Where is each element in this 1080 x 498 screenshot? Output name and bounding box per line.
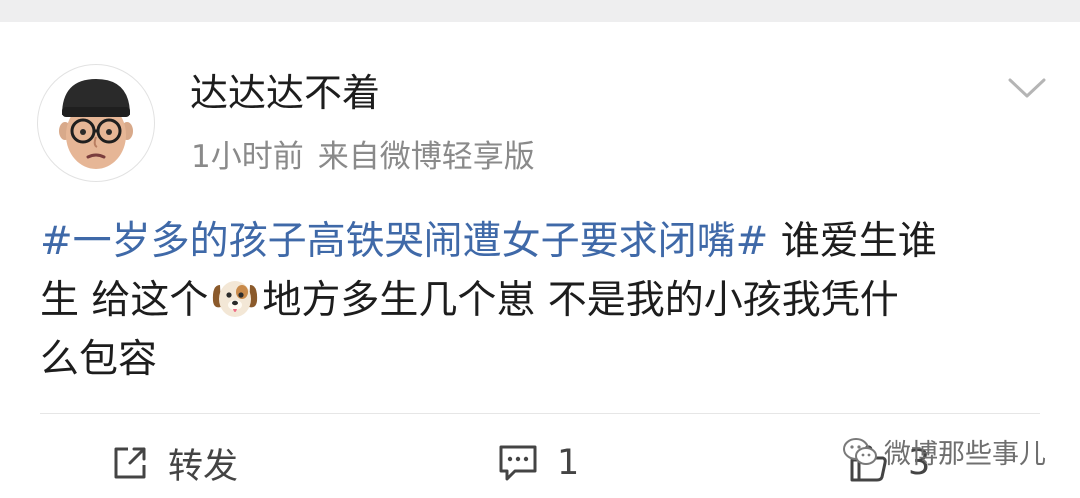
post-body: #一岁多的孩子高铁哭闹遭女子要求闭嘴# 谁爱生谁 生 给这个 地方多生几个崽 不… [40,212,1050,389]
post-line-1: #一岁多的孩子高铁哭闹遭女子要求闭嘴# 谁爱生谁 [40,212,1050,271]
status-bar-strip [0,0,1080,22]
repost-icon [114,447,146,479]
post-time: 1小时前 [191,139,304,175]
post-source: 来自微博轻享版 [317,139,535,175]
chevron-down-icon[interactable] [1006,72,1048,102]
comment-icon [499,445,537,481]
watermark-text: 微博那些事儿 [884,439,1046,470]
post-text: 生 给这个 [40,278,209,323]
post-meta: 1小时前 来自微博轻享版 [191,142,549,173]
post-line-2: 生 给这个 地方多生几个崽 不是我的小孩我凭什 [40,271,1050,330]
post-text: 谁爱生谁 [768,219,937,264]
post-text: 么包容 [40,337,158,382]
dog-face-icon [213,281,258,317]
comment-count: 1 [557,443,580,483]
watermark: 微博那些事儿 [842,432,1046,471]
post-line-3: 么包容 [40,330,1050,389]
divider [40,413,1040,414]
avatar[interactable] [37,64,155,182]
post-text: 地方多生几个崽 不是我的小孩我凭什 [262,278,899,323]
wechat-icon [843,437,877,465]
avatar-memoji-icon [59,79,133,169]
comment-button[interactable]: 1 [497,438,579,488]
repost-button[interactable]: 转发 [110,438,238,488]
repost-label: 转发 [168,446,239,487]
author-name[interactable]: 达达达不着 [190,74,380,112]
topic-link[interactable]: #一岁多的孩子高铁哭闹遭女子要求闭嘴# [40,219,768,264]
